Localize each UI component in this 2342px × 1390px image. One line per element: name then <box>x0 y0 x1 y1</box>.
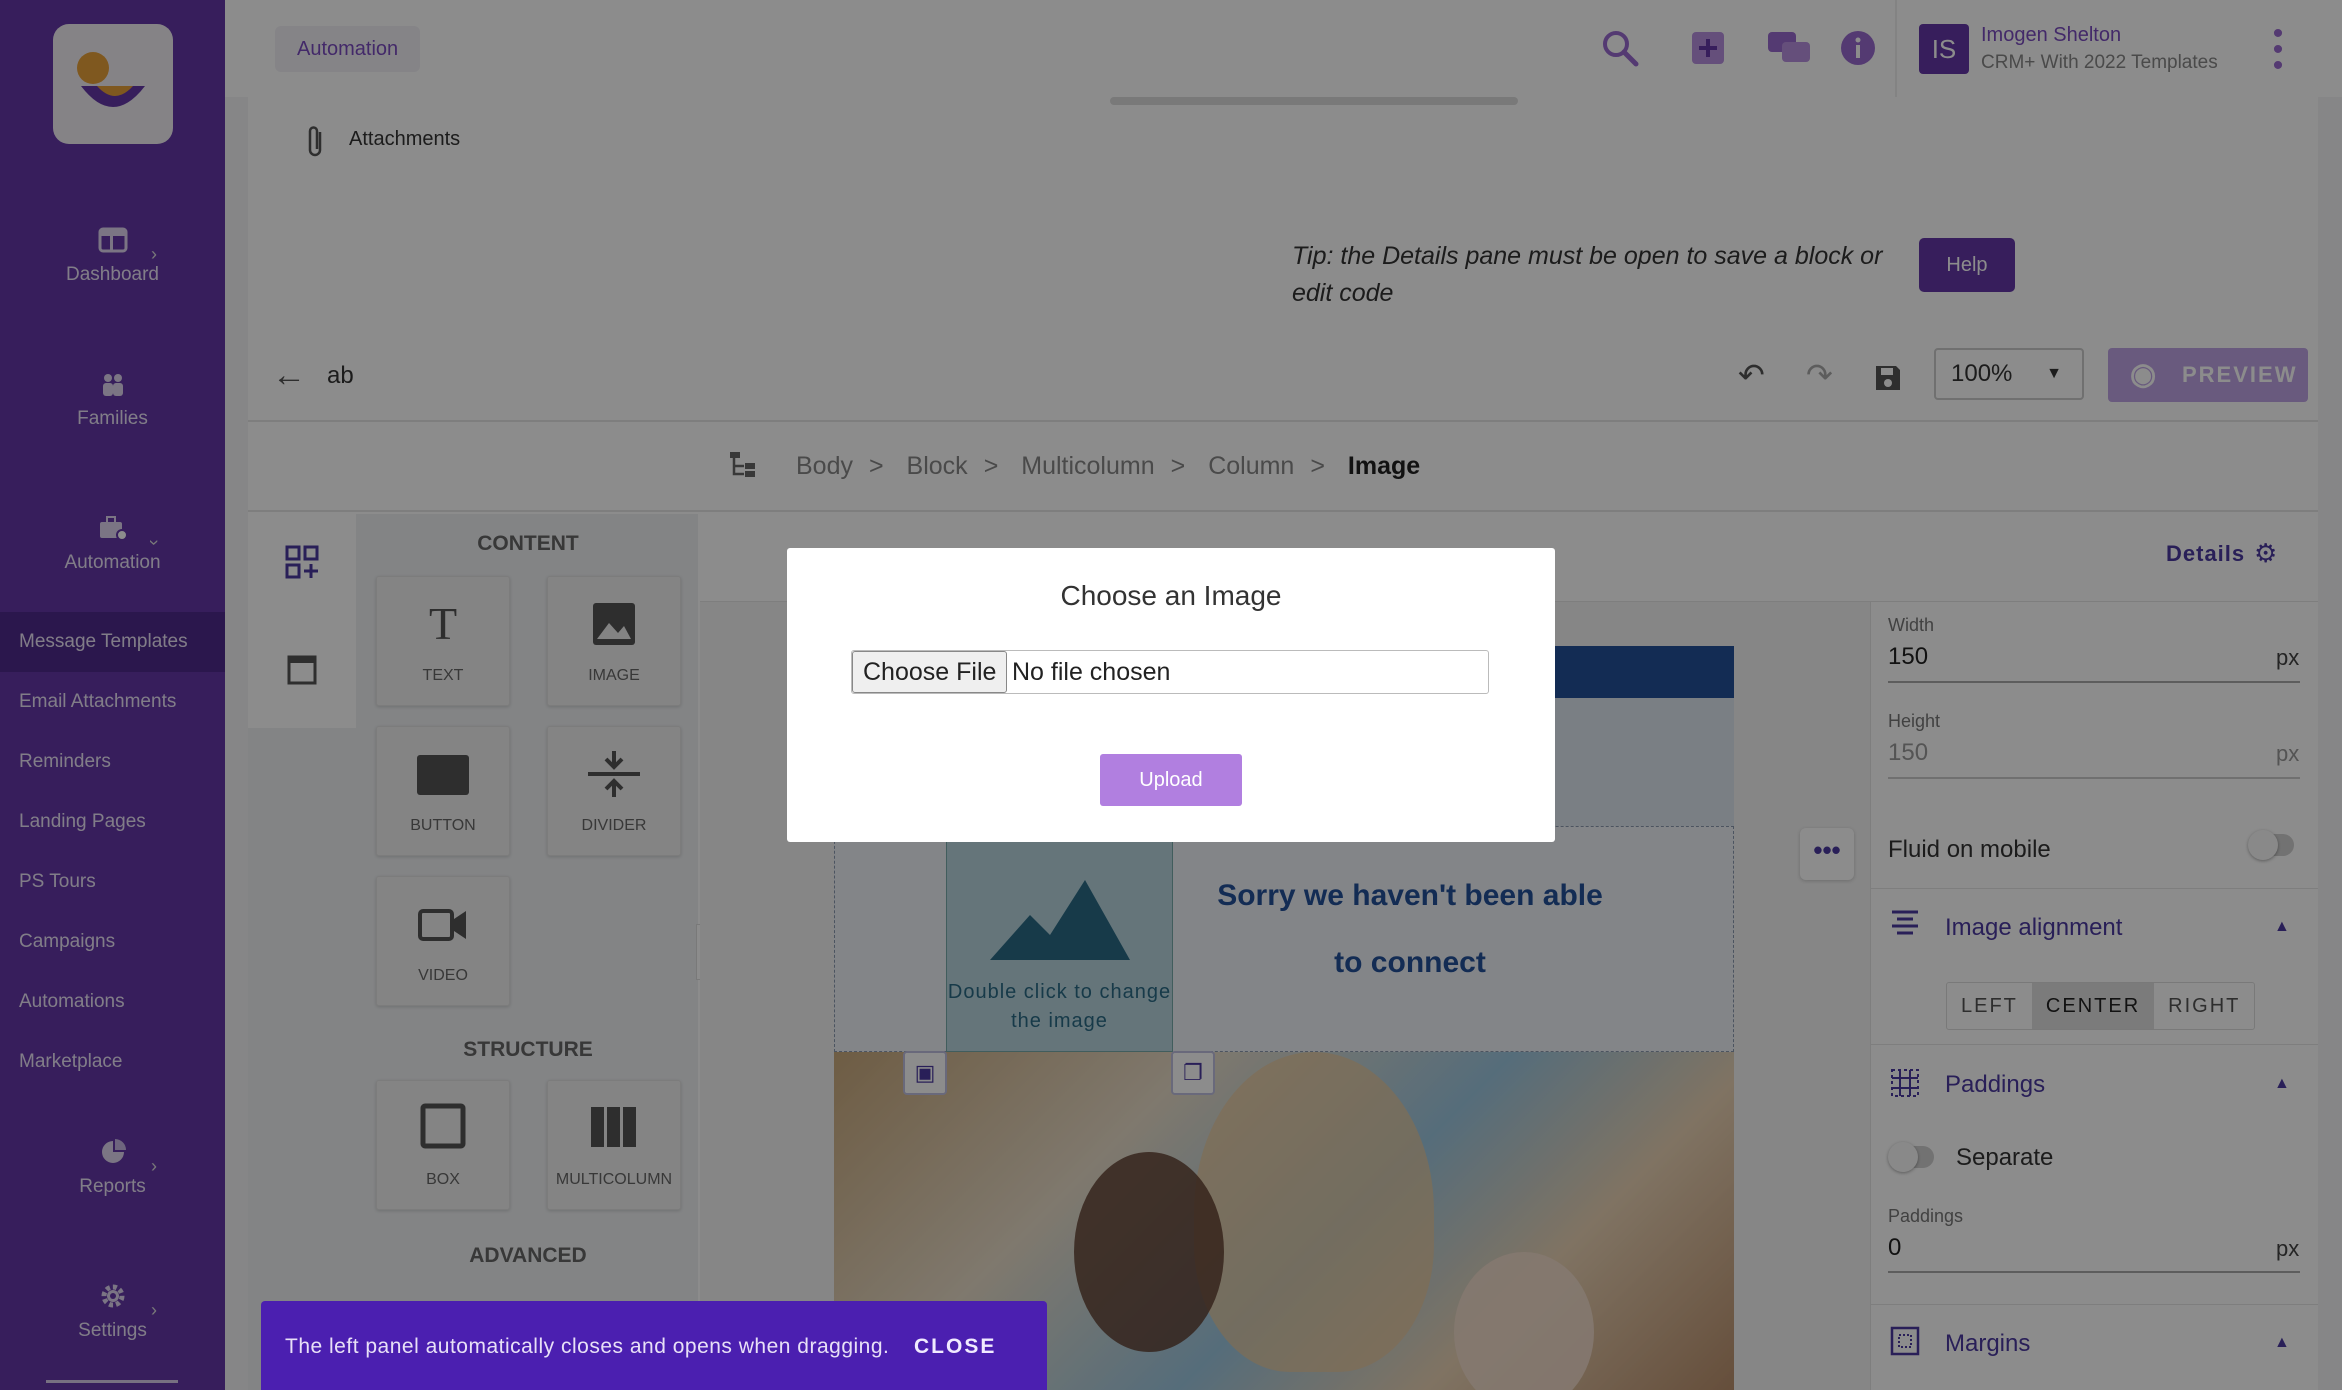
modal-title: Choose an Image <box>1060 580 1282 611</box>
upload-button[interactable]: Upload <box>1100 754 1242 806</box>
snackbar-close-button[interactable]: CLOSE <box>914 1335 996 1359</box>
file-status-text: No file chosen <box>1012 658 1171 686</box>
snackbar-message: The left panel automatically closes and … <box>285 1335 890 1358</box>
snackbar: The left panel automatically closes and … <box>261 1301 1047 1390</box>
choose-file-button[interactable]: Choose File <box>852 651 1008 693</box>
choose-image-modal: Choose an Image Choose File No file chos… <box>787 548 1555 842</box>
file-input[interactable]: Choose File No file chosen <box>851 650 1489 694</box>
